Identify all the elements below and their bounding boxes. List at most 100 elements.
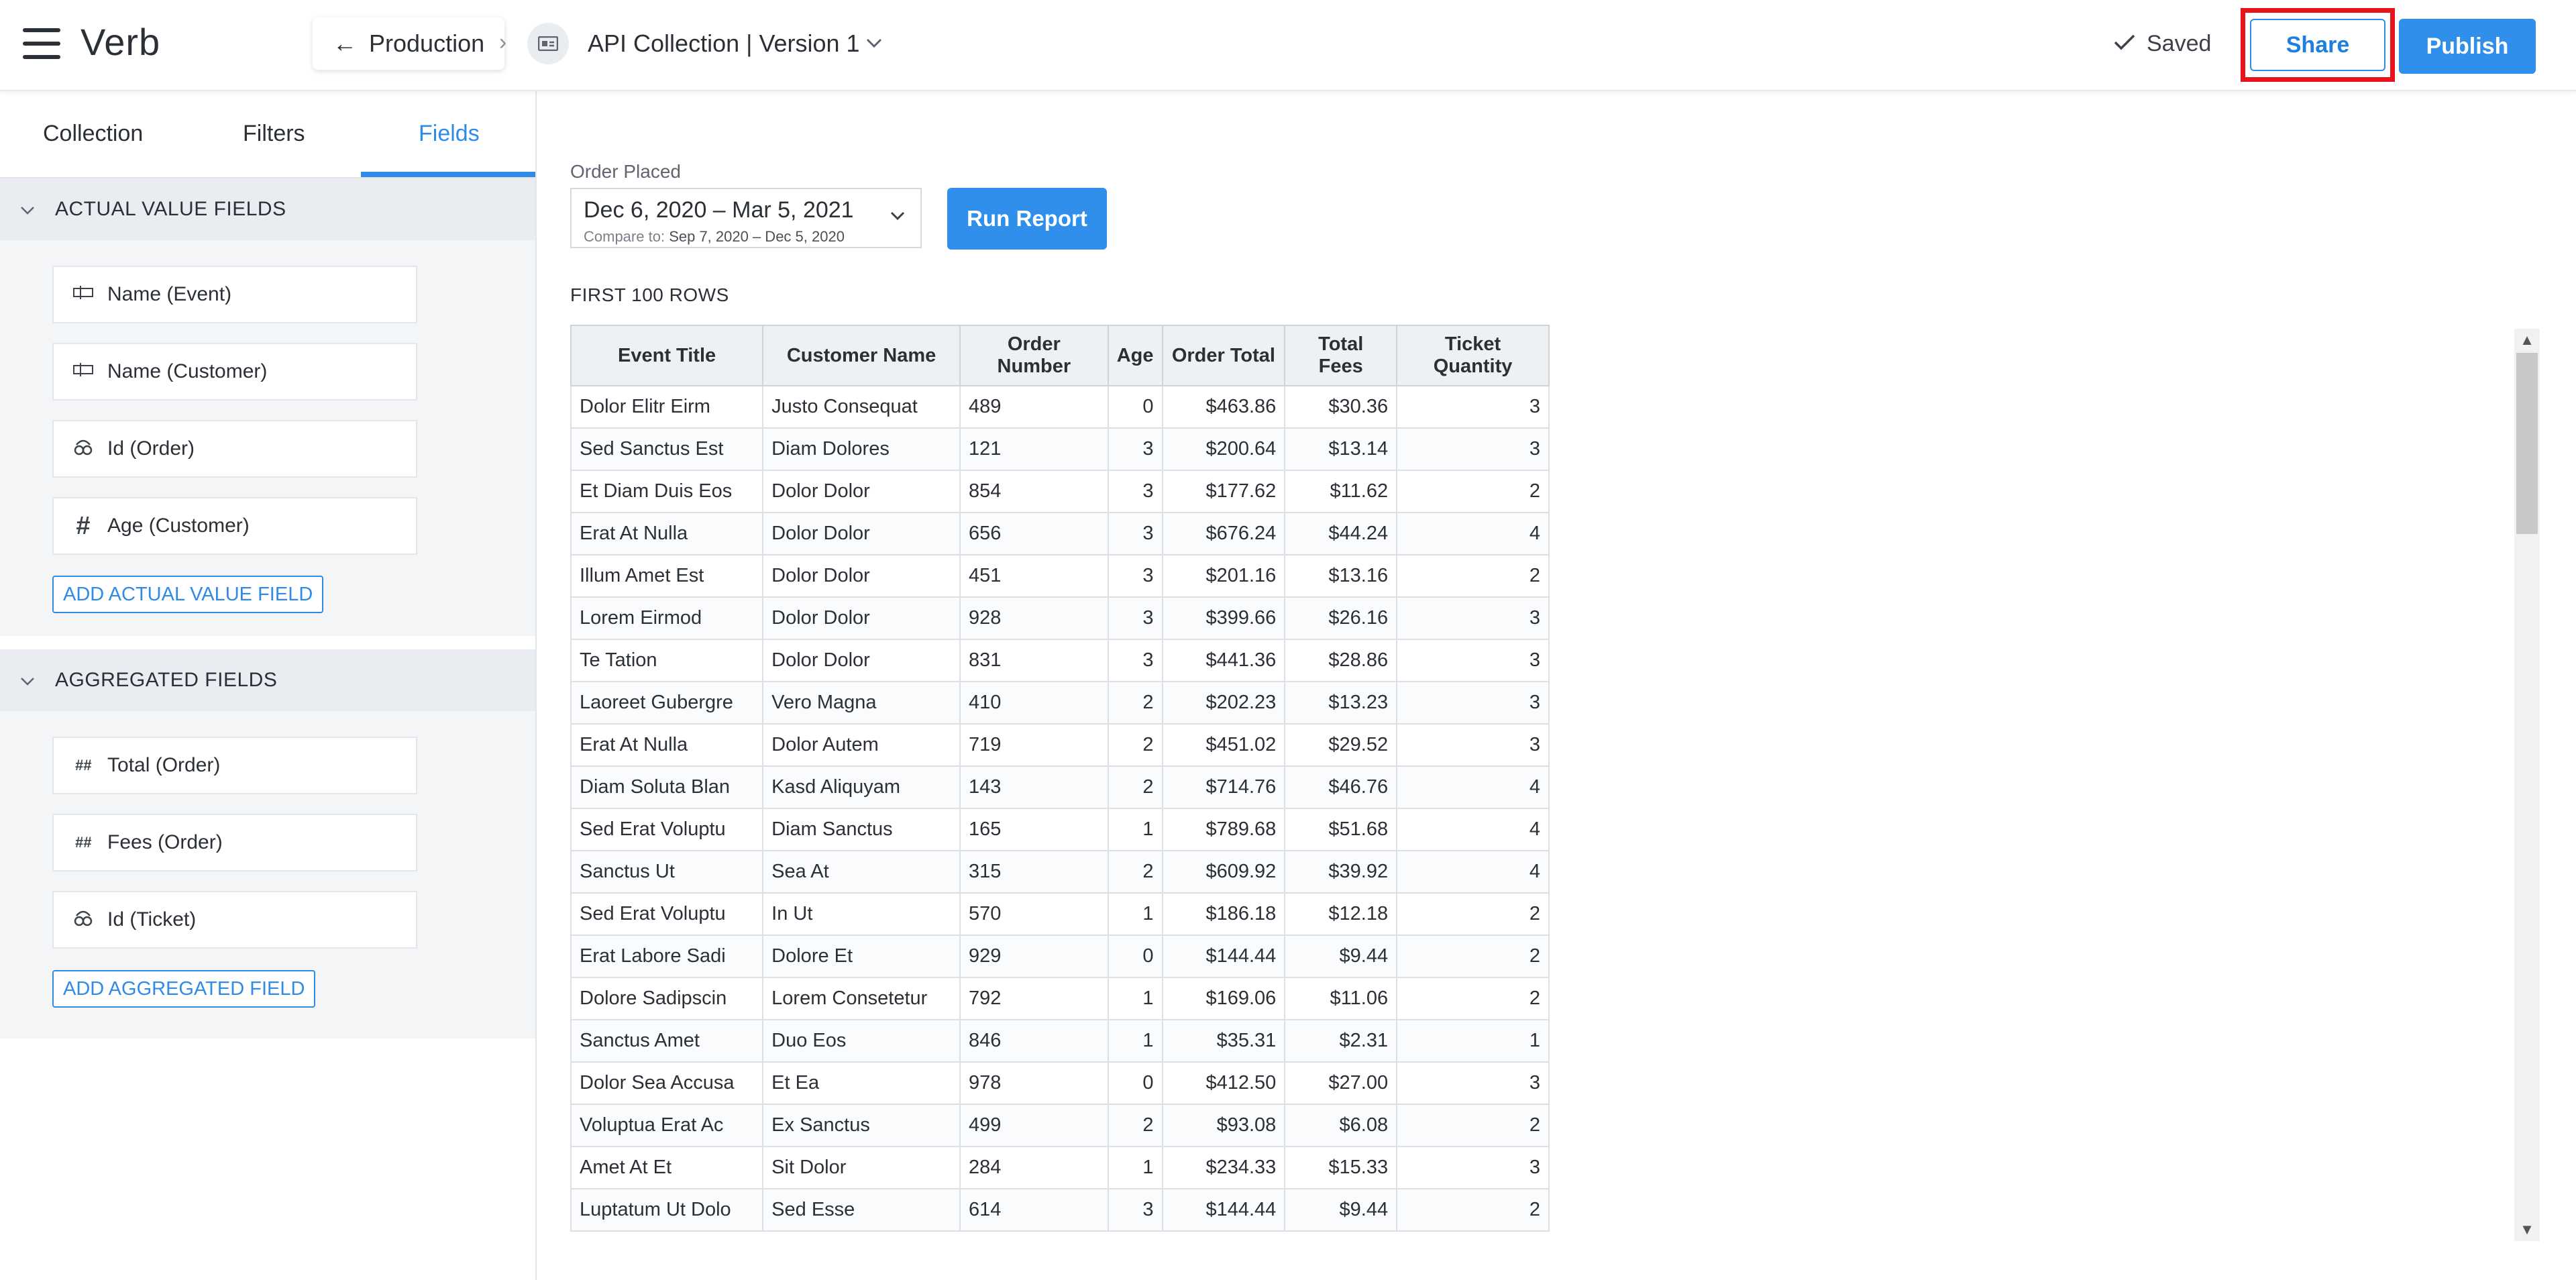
field-id-order[interactable]: Id (Order) bbox=[52, 420, 417, 478]
table-row: Te Tation Dolor Dolor 831 3 $441.36 $28.86 3 bbox=[570, 639, 1550, 682]
column-header[interactable]: Customer Name bbox=[762, 325, 961, 386]
table-cell: 831 bbox=[959, 639, 1109, 682]
table-cell: Erat At Nulla bbox=[570, 723, 764, 767]
table-row: Lorem Eirmod Dolor Dolor 928 3 $399.66 $26.16… bbox=[570, 596, 1550, 640]
aggregated-section: ## Total (Order) ## Fees (Order) Id (Tic… bbox=[0, 711, 535, 1038]
scroll-up-icon[interactable]: ▲ bbox=[2514, 329, 2540, 352]
table-cell: $200.64 bbox=[1161, 427, 1286, 471]
menu-icon[interactable] bbox=[23, 28, 60, 59]
app-logo: Verb bbox=[80, 21, 161, 63]
fields-panel: Collection Filters Fields ACTUAL VALUE F… bbox=[0, 91, 537, 1280]
field-label: Fees (Order) bbox=[107, 831, 223, 853]
table-cell: 410 bbox=[959, 681, 1109, 725]
section-title: AGGREGATED FIELDS bbox=[55, 669, 278, 691]
table-cell: $46.76 bbox=[1284, 765, 1398, 809]
table-cell: $9.44 bbox=[1284, 935, 1398, 978]
chevron-down-icon bbox=[20, 670, 35, 691]
table-cell: $28.86 bbox=[1284, 639, 1398, 682]
table-cell: 3 bbox=[1396, 427, 1550, 471]
add-actual-value-field-button[interactable]: ADD ACTUAL VALUE FIELD bbox=[52, 576, 324, 613]
text-field-icon bbox=[71, 360, 95, 383]
table-cell: $451.02 bbox=[1161, 723, 1286, 767]
table-cell: 1 bbox=[1107, 1019, 1163, 1063]
column-header[interactable]: Age bbox=[1107, 325, 1163, 386]
table-cell: Dolor Autem bbox=[762, 723, 961, 767]
section-title: ACTUAL VALUE FIELDS bbox=[55, 198, 286, 220]
field-id-ticket[interactable]: Id (Ticket) bbox=[52, 891, 417, 949]
field-total-order[interactable]: ## Total (Order) bbox=[52, 737, 417, 794]
column-header[interactable]: Order Total bbox=[1161, 325, 1286, 386]
back-to-production-button[interactable]: ← Production bbox=[313, 17, 505, 70]
table-cell: $186.18 bbox=[1161, 892, 1286, 936]
table-cell: Dolor Dolor bbox=[762, 470, 961, 513]
tab-filters[interactable]: Filters bbox=[243, 121, 305, 147]
table-cell: Sed Erat Voluptu bbox=[570, 808, 764, 851]
table-cell: Erat Labore Sadi bbox=[570, 935, 764, 978]
column-header[interactable]: Order Number bbox=[959, 325, 1109, 386]
table-cell: 489 bbox=[959, 385, 1109, 429]
field-label: Total (Order) bbox=[107, 754, 221, 776]
date-range-picker[interactable]: Dec 6, 2020 – Mar 5, 2021 Compare to: Se… bbox=[570, 188, 922, 248]
table-cell: $26.16 bbox=[1284, 596, 1398, 640]
table-cell: 2 bbox=[1396, 892, 1550, 936]
table-cell: Diam Soluta Blan bbox=[570, 765, 764, 809]
aggregated-section-header[interactable]: AGGREGATED FIELDS bbox=[0, 649, 535, 711]
back-label: Production bbox=[369, 30, 485, 57]
table-cell: 165 bbox=[959, 808, 1109, 851]
chevron-down-icon bbox=[890, 204, 906, 227]
table-cell: 3 bbox=[1107, 1188, 1163, 1232]
table-cell: $399.66 bbox=[1161, 596, 1286, 640]
table-cell: 315 bbox=[959, 850, 1109, 894]
table-cell: 3 bbox=[1396, 1146, 1550, 1189]
share-button[interactable]: Share bbox=[2250, 19, 2385, 71]
field-age-customer[interactable]: # Age (Customer) bbox=[52, 497, 417, 555]
chevron-down-icon[interactable] bbox=[865, 31, 883, 54]
tab-collection[interactable]: Collection bbox=[43, 121, 143, 147]
table-cell: Sanctus Ut bbox=[570, 850, 764, 894]
table-cell: Dolor Dolor bbox=[762, 639, 961, 682]
table-cell: $27.00 bbox=[1284, 1061, 1398, 1105]
table-cell: $441.36 bbox=[1161, 639, 1286, 682]
table-cell: 284 bbox=[959, 1146, 1109, 1189]
scrollbar-thumb[interactable] bbox=[2516, 353, 2538, 534]
publish-button[interactable]: Publish bbox=[2399, 19, 2536, 74]
table-cell: Diam Sanctus bbox=[762, 808, 961, 851]
table-cell: 2 bbox=[1107, 681, 1163, 725]
table-cell: $789.68 bbox=[1161, 808, 1286, 851]
table-cell: 3 bbox=[1396, 639, 1550, 682]
scroll-down-icon[interactable]: ▼ bbox=[2514, 1218, 2540, 1241]
table-scrollbar[interactable]: ▲ ▼ bbox=[2514, 329, 2540, 1241]
column-header[interactable]: Total Fees bbox=[1284, 325, 1398, 386]
table-cell: $12.18 bbox=[1284, 892, 1398, 936]
table-row: Dolor Elitr Eirm Justo Consequat 489 0 $463.… bbox=[570, 385, 1550, 429]
table-header-row: Event Title Customer Name Order Number A… bbox=[570, 325, 1550, 386]
table-row: Erat At Nulla Dolor Autem 719 2 $451.02 $29.5… bbox=[570, 723, 1550, 767]
add-aggregated-field-button[interactable]: ADD AGGREGATED FIELD bbox=[52, 970, 316, 1008]
field-name-customer[interactable]: Name (Customer) bbox=[52, 343, 417, 401]
table-cell: 2 bbox=[1396, 554, 1550, 598]
run-report-button[interactable]: Run Report bbox=[947, 188, 1107, 250]
arrow-left-icon: ← bbox=[333, 30, 357, 57]
field-fees-order[interactable]: ## Fees (Order) bbox=[52, 814, 417, 871]
document-title[interactable]: API Collection | Version 1 bbox=[588, 30, 860, 58]
table-cell: 2 bbox=[1396, 1188, 1550, 1232]
table-cell: $144.44 bbox=[1161, 935, 1286, 978]
column-header[interactable]: Event Title bbox=[570, 325, 764, 386]
saved-label: Saved bbox=[2147, 31, 2212, 56]
column-header[interactable]: Ticket Quantity bbox=[1396, 325, 1550, 386]
table-cell: $202.23 bbox=[1161, 681, 1286, 725]
table-cell: Dolore Et bbox=[762, 935, 961, 978]
table-row: Dolor Sea Accusa Et Ea 978 0 $412.50 $27.00 3 bbox=[570, 1061, 1550, 1105]
table-cell: 854 bbox=[959, 470, 1109, 513]
table-cell: 1 bbox=[1396, 1019, 1550, 1063]
field-name-event[interactable]: Name (Event) bbox=[52, 266, 417, 323]
table-cell: $234.33 bbox=[1161, 1146, 1286, 1189]
table-cell: 451 bbox=[959, 554, 1109, 598]
table-cell: $13.14 bbox=[1284, 427, 1398, 471]
tab-fields[interactable]: Fields bbox=[419, 121, 480, 147]
actual-value-section-header[interactable]: ACTUAL VALUE FIELDS bbox=[0, 178, 535, 240]
table-cell: Lorem Eirmod bbox=[570, 596, 764, 640]
table-cell: 3 bbox=[1107, 639, 1163, 682]
table-cell: Sed Sanctus Est bbox=[570, 427, 764, 471]
table-cell: $6.08 bbox=[1284, 1104, 1398, 1147]
